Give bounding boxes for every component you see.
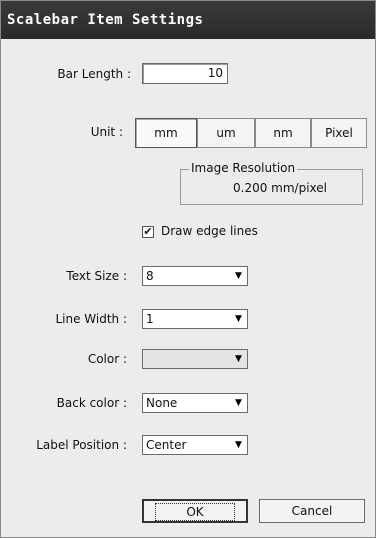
color-label: Color :: [87, 352, 127, 366]
chevron-down-icon[interactable]: ▼: [231, 311, 246, 327]
label-position-select[interactable]: Center ▼: [142, 435, 248, 455]
chevron-down-icon[interactable]: ▼: [231, 268, 246, 284]
unit-button-pixel[interactable]: Pixel: [311, 118, 367, 148]
ok-button-label: OK: [155, 503, 235, 521]
back-color-select[interactable]: None ▼: [142, 393, 248, 413]
line-width-select[interactable]: 1 ▼: [142, 309, 248, 329]
text-size-label: Text Size :: [66, 269, 127, 283]
unit-button-um[interactable]: um: [197, 118, 255, 148]
back-color-value: None: [146, 396, 178, 410]
cancel-button[interactable]: Cancel: [259, 499, 365, 523]
bar-length-input[interactable]: 10: [142, 63, 228, 84]
draw-edge-lines-checkbox[interactable]: ✔: [142, 226, 154, 238]
image-resolution-value: 0.200 mm/pixel: [233, 181, 327, 195]
ok-button[interactable]: OK: [142, 499, 248, 523]
unit-button-mm[interactable]: mm: [135, 118, 197, 148]
unit-button-nm[interactable]: nm: [255, 118, 311, 148]
settings-dialog: Scalebar Item Settings Bar Length : 10 U…: [0, 0, 376, 538]
color-select[interactable]: ▼: [142, 349, 248, 369]
label-position-label: Label Position :: [36, 438, 127, 452]
line-width-label: Line Width :: [55, 312, 127, 326]
text-size-select[interactable]: 8 ▼: [142, 266, 248, 286]
line-width-value: 1: [146, 312, 154, 326]
text-size-value: 8: [146, 269, 154, 283]
dialog-title: Scalebar Item Settings: [1, 1, 375, 39]
chevron-down-icon[interactable]: ▼: [231, 351, 246, 367]
bar-length-label: Bar Length :: [57, 67, 131, 81]
checkmark-icon: ✔: [143, 225, 153, 238]
label-position-value: Center: [146, 438, 187, 452]
draw-edge-lines-label[interactable]: Draw edge lines: [161, 224, 258, 238]
chevron-down-icon[interactable]: ▼: [231, 395, 246, 411]
back-color-label: Back color :: [56, 396, 127, 410]
chevron-down-icon[interactable]: ▼: [231, 437, 246, 453]
unit-label: Unit :: [90, 125, 123, 139]
image-resolution-title: Image Resolution: [189, 161, 298, 175]
